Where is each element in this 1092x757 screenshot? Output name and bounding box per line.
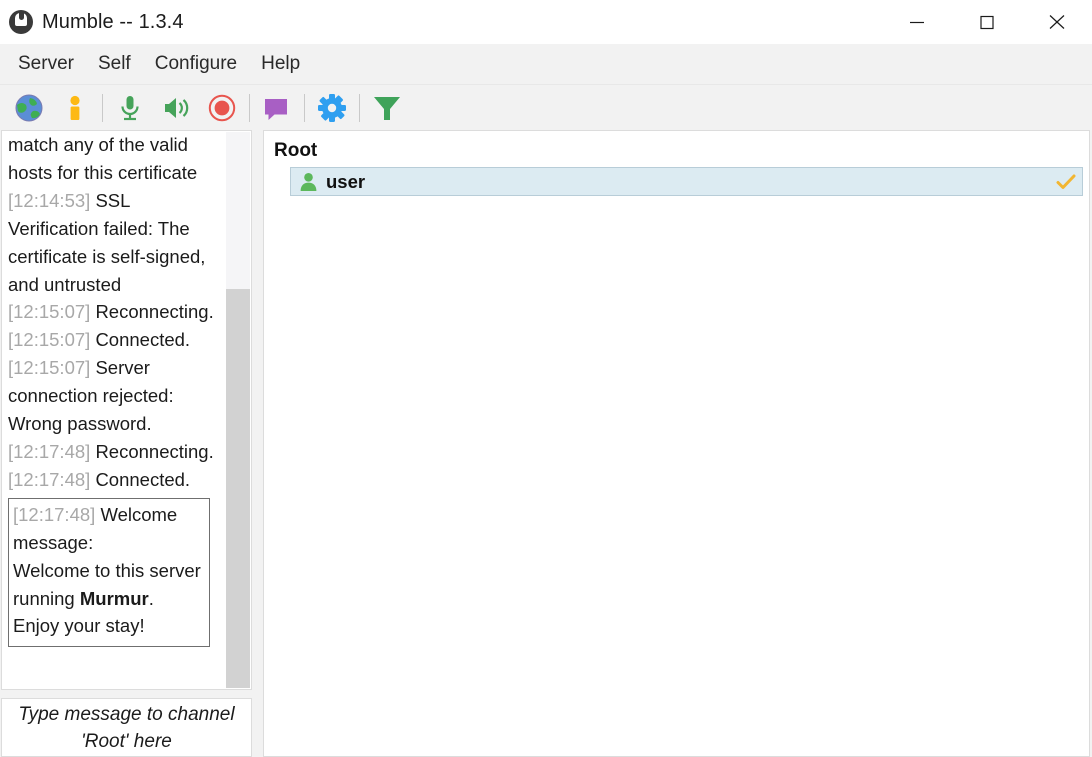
log-text: Reconnecting. <box>95 301 213 322</box>
person-info-icon <box>60 93 90 123</box>
deafen-self-button[interactable] <box>153 87 199 129</box>
toolbar-separator-3 <box>304 94 305 122</box>
speaker-icon <box>160 93 192 123</box>
welcome-message-box: [12:17:48] Welcome message: Welcome to t… <box>8 498 210 648</box>
filter-button[interactable] <box>364 87 410 129</box>
log-entry: [12:15:07] Server connection rejected: W… <box>8 354 217 438</box>
welcome-body-line-1: Welcome to this server running Murmur. <box>13 557 203 613</box>
log-entries: match any of the valid hosts for this ce… <box>2 131 225 689</box>
window-title: Mumble -- 1.3.4 <box>42 11 184 34</box>
toolbar <box>0 85 1092 130</box>
window-controls <box>882 0 1092 44</box>
welcome-body-suffix: . <box>149 588 154 609</box>
maximize-button[interactable] <box>952 0 1022 44</box>
log-text: Connected. <box>95 469 190 490</box>
user-person-icon <box>299 172 318 192</box>
log-entry: [12:17:48] Reconnecting. <box>8 438 217 466</box>
welcome-body-line-2: Enjoy your stay! <box>13 612 203 640</box>
welcome-heading: [12:17:48] Welcome message: <box>13 501 203 557</box>
log-scrollbar-thumb[interactable] <box>226 289 250 688</box>
log-timestamp: [12:14:53] <box>8 190 90 211</box>
log-text: Connected. <box>95 329 190 350</box>
channel-tree-user-name: user <box>326 171 1056 193</box>
log-timestamp: [12:15:07] <box>8 357 90 378</box>
funnel-icon <box>371 93 403 123</box>
channel-tree-user-row[interactable]: user <box>290 167 1083 196</box>
channel-tree[interactable]: Root user <box>263 130 1090 757</box>
message-input[interactable]: Type message to channel 'Root' here <box>1 698 252 757</box>
log-timestamp: [12:15:07] <box>8 301 90 322</box>
checkmark-icon <box>1056 174 1076 190</box>
panel-splitter[interactable] <box>253 130 263 757</box>
menu-server[interactable]: Server <box>6 50 86 78</box>
mumble-logo-icon <box>9 10 33 34</box>
globe-icon <box>14 93 44 123</box>
server-connect-button[interactable] <box>6 87 52 129</box>
gear-icon <box>316 92 348 124</box>
log-entry: [12:15:07] Reconnecting. <box>8 298 217 326</box>
record-button[interactable] <box>199 87 245 129</box>
menu-bar: Server Self Configure Help <box>0 44 1092 85</box>
welcome-server-software: Murmur <box>80 588 149 609</box>
menu-help[interactable]: Help <box>249 50 312 78</box>
toolbar-separator-4 <box>359 94 360 122</box>
log-timestamp: [12:15:07] <box>8 329 90 350</box>
record-circle-icon <box>207 93 237 123</box>
menu-self[interactable]: Self <box>86 50 143 78</box>
maximize-icon <box>977 13 997 31</box>
minimize-icon <box>907 16 927 28</box>
left-panel: match any of the valid hosts for this ce… <box>0 130 253 757</box>
log-timestamp: [12:17:48] <box>13 504 95 525</box>
close-button[interactable] <box>1022 0 1092 44</box>
close-icon <box>1046 12 1068 32</box>
main-content: match any of the valid hosts for this ce… <box>0 130 1092 757</box>
toolbar-separator-2 <box>249 94 250 122</box>
log-entry: [12:17:48] Connected. <box>8 466 217 494</box>
log-timestamp: [12:17:48] <box>8 469 90 490</box>
right-panel: Root user <box>263 130 1092 757</box>
log-text: Reconnecting. <box>95 441 213 462</box>
minimize-button[interactable] <box>882 0 952 44</box>
server-information-button[interactable] <box>52 87 98 129</box>
title-bar-left: Mumble -- 1.3.4 <box>0 10 184 34</box>
text-message-button[interactable] <box>254 87 300 129</box>
channel-root-item[interactable]: Root <box>268 137 1085 167</box>
toolbar-separator-1 <box>102 94 103 122</box>
menu-configure[interactable]: Configure <box>143 50 249 78</box>
log-timestamp: [12:17:48] <box>8 441 90 462</box>
log-entry: [12:14:53] SSL Verification failed: The … <box>8 187 217 299</box>
settings-button[interactable] <box>309 87 355 129</box>
microphone-icon <box>115 93 145 123</box>
message-input-placeholder: Type message to channel 'Root' here <box>2 701 251 755</box>
chat-bubble-icon <box>261 93 293 123</box>
mute-self-button[interactable] <box>107 87 153 129</box>
log-scrollbar[interactable] <box>226 132 250 688</box>
title-bar: Mumble -- 1.3.4 <box>0 0 1092 44</box>
log-entry: [12:15:07] Connected. <box>8 326 217 354</box>
mumble-window: Mumble -- 1.3.4 Server Self <box>0 0 1092 757</box>
log-entry: match any of the valid hosts for this ce… <box>8 131 217 187</box>
log-view[interactable]: match any of the valid hosts for this ce… <box>1 130 252 690</box>
